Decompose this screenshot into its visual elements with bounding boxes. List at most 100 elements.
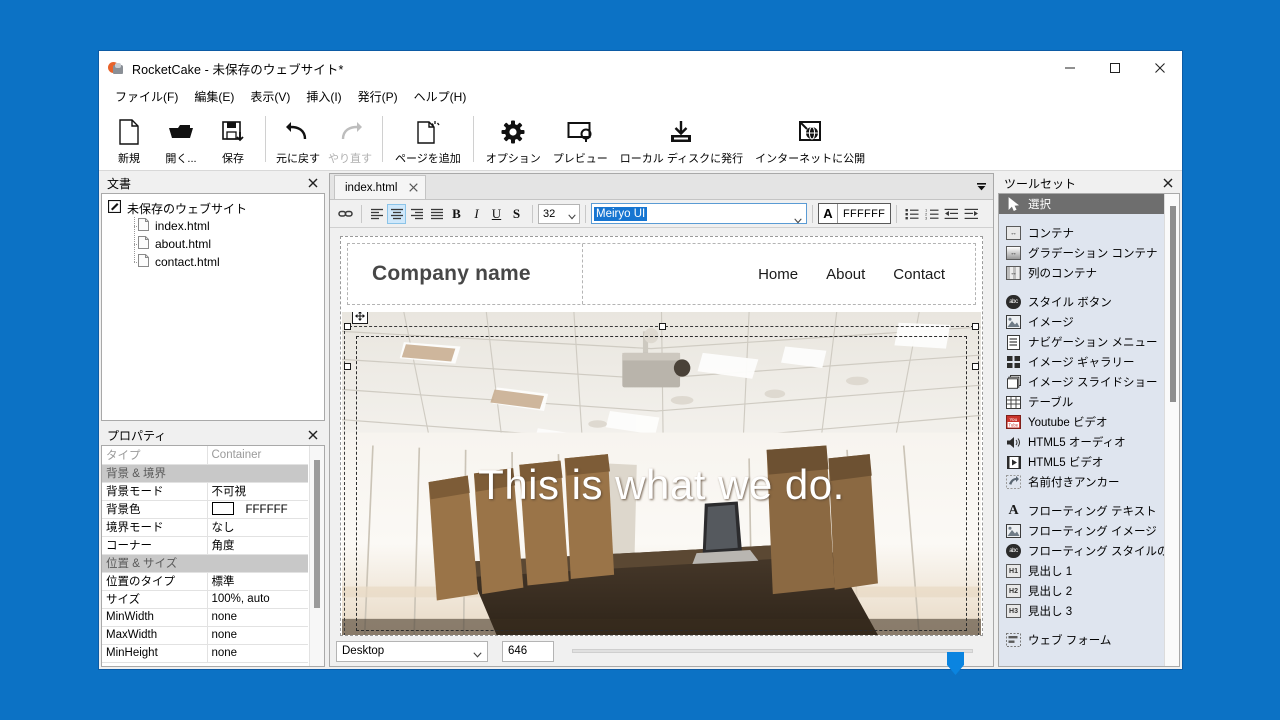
- tree-root-website[interactable]: 未保存のウェブサイト: [107, 199, 320, 217]
- tool-item-web-form[interactable]: ウェブ フォーム: [999, 630, 1164, 650]
- tool-item-named-anchor[interactable]: 名前付きアンカー: [999, 472, 1164, 492]
- property-row[interactable]: 境界モード なし: [102, 518, 308, 537]
- move-handle[interactable]: [352, 312, 368, 324]
- property-row[interactable]: 位置のタイプ 標準: [102, 572, 308, 591]
- toolbar-add-page-button[interactable]: ページを追加: [389, 111, 467, 169]
- resize-handle-top-right[interactable]: [972, 323, 979, 330]
- tool-item-image-gallery[interactable]: イメージ ギャラリー: [999, 352, 1164, 372]
- property-row[interactable]: 背景モード 不可視: [102, 482, 308, 501]
- navigation-menu[interactable]: Home About Contact: [583, 244, 975, 304]
- tree-item-contact[interactable]: contact.html: [108, 253, 320, 271]
- maximize-button[interactable]: [1092, 51, 1137, 85]
- text-color-button[interactable]: A FFFFFF: [818, 203, 892, 224]
- strikethrough-button[interactable]: S: [507, 204, 526, 224]
- properties-scrollbar-thumb[interactable]: [314, 460, 320, 608]
- menu-edit[interactable]: 編集(E): [186, 87, 242, 107]
- tool-item-column-container[interactable]: ↔ 列のコンテナ: [999, 263, 1164, 283]
- tool-item-html5-audio[interactable]: HTML5 オーディオ: [999, 432, 1164, 452]
- tool-item-floating-image[interactable]: フローティング イメージ: [999, 521, 1164, 541]
- bold-button[interactable]: B: [447, 204, 466, 224]
- tool-item-youtube-video[interactable]: You Tube Youtube ビデオ: [999, 412, 1164, 432]
- outdent-icon[interactable]: [942, 204, 961, 224]
- device-preset-select[interactable]: Desktop: [336, 640, 488, 662]
- indent-icon[interactable]: [962, 204, 981, 224]
- nav-link-home[interactable]: Home: [758, 266, 798, 283]
- site-header-container[interactable]: Company name Home About Contact: [347, 243, 976, 305]
- toolbar-redo-button[interactable]: やり直す: [324, 111, 376, 169]
- tool-item-gradient-container[interactable]: ↔ グラデーション コンテナ: [999, 243, 1164, 263]
- resize-handle-top-center[interactable]: [658, 323, 666, 330]
- link-icon[interactable]: [336, 204, 355, 224]
- tool-item-nav-menu[interactable]: ナビゲーション メニュー: [999, 332, 1164, 352]
- property-row[interactable]: MinHeight none: [102, 644, 308, 663]
- toolset-scrollbar-thumb[interactable]: [1170, 206, 1176, 402]
- properties-vertical-scrollbar[interactable]: [309, 446, 324, 666]
- tab-index-html[interactable]: index.html: [334, 175, 427, 199]
- properties-panel-close-icon[interactable]: [305, 427, 321, 443]
- toolbar-preview-button[interactable]: プレビュー: [547, 111, 614, 169]
- toolbar-publish-local-button[interactable]: ローカル ディスクに発行: [614, 111, 749, 169]
- toolbar-open-button[interactable]: 開く...: [155, 111, 207, 169]
- color-swatch[interactable]: [211, 502, 234, 515]
- menu-file[interactable]: ファイル(F): [107, 87, 186, 107]
- viewport-width-slider-track[interactable]: [572, 649, 973, 675]
- align-right-icon[interactable]: [407, 204, 426, 224]
- tab-close-icon[interactable]: [407, 182, 419, 194]
- brand-container[interactable]: Company name: [348, 244, 583, 304]
- property-row[interactable]: MaxWidth none: [102, 626, 308, 645]
- tool-item-heading1[interactable]: H1 見出し 1: [999, 561, 1164, 581]
- document-panel-close-icon[interactable]: [305, 175, 321, 191]
- tool-item-image-slideshow[interactable]: イメージ スライドショー: [999, 372, 1164, 392]
- toolbar-undo-button[interactable]: 元に戻す: [272, 111, 324, 169]
- menu-view[interactable]: 表示(V): [242, 87, 298, 107]
- property-row[interactable]: タイプ Container: [102, 446, 308, 465]
- page-canvas[interactable]: Company name Home About Contact This is …: [330, 228, 993, 636]
- tool-item-heading2[interactable]: H2 見出し 2: [999, 581, 1164, 601]
- viewport-width-field[interactable]: 646: [502, 640, 554, 662]
- minimize-button[interactable]: [1047, 51, 1092, 85]
- property-row-bgcolor[interactable]: 背景色 FFFFFF: [102, 500, 308, 519]
- tool-item-heading3[interactable]: H3 見出し 3: [999, 601, 1164, 621]
- property-row[interactable]: コーナー 角度: [102, 536, 308, 555]
- toolbar-new-button[interactable]: 新規: [103, 111, 155, 169]
- tree-item-about[interactable]: about.html: [108, 235, 320, 253]
- align-center-icon[interactable]: [387, 203, 406, 224]
- underline-button[interactable]: U: [487, 204, 506, 224]
- bullet-list-icon[interactable]: [902, 204, 921, 224]
- toolbar-options-button[interactable]: オプション: [480, 111, 547, 169]
- tab-overflow-chevron-icon[interactable]: [969, 173, 993, 199]
- font-family-combo[interactable]: Meiryo UI: [591, 203, 807, 224]
- font-size-combo[interactable]: 32: [538, 203, 580, 224]
- viewport-width-slider-marker[interactable]: [947, 652, 964, 676]
- toolset-panel-close-icon[interactable]: [1160, 175, 1176, 191]
- numbered-list-icon[interactable]: 123: [922, 204, 941, 224]
- tool-item-html5-video[interactable]: HTML5 ビデオ: [999, 452, 1164, 472]
- close-button[interactable]: [1137, 51, 1182, 85]
- tool-item-table[interactable]: テーブル: [999, 392, 1164, 412]
- property-row[interactable]: MinWidth none: [102, 608, 308, 627]
- resize-handle-top-left[interactable]: [344, 323, 351, 330]
- nav-link-contact[interactable]: Contact: [893, 266, 945, 283]
- menu-insert[interactable]: 挿入(I): [298, 87, 349, 107]
- property-row[interactable]: サイズ 100%, auto: [102, 590, 308, 609]
- menu-publish[interactable]: 発行(P): [350, 87, 406, 107]
- toolset-vertical-scrollbar[interactable]: [1164, 194, 1179, 666]
- tool-item-floating-style-button[interactable]: abc フローティング スタイルのボタン: [999, 541, 1164, 561]
- italic-button[interactable]: I: [467, 204, 486, 224]
- resize-handle-middle-right[interactable]: [972, 363, 979, 370]
- tree-item-index[interactable]: index.html: [108, 217, 320, 235]
- menu-help[interactable]: ヘルプ(H): [406, 87, 475, 107]
- tool-item-container[interactable]: ↔ コンテナ: [999, 223, 1164, 243]
- resize-handle-middle-left[interactable]: [344, 363, 351, 370]
- tool-item-style-button[interactable]: abc スタイル ボタン: [999, 292, 1164, 312]
- toolbar-save-button[interactable]: 保存: [207, 111, 259, 169]
- hero-image-block[interactable]: This is what we do.: [342, 312, 981, 635]
- align-left-icon[interactable]: [367, 204, 386, 224]
- align-justify-icon[interactable]: [427, 204, 446, 224]
- page-document[interactable]: Company name Home About Contact This is …: [340, 236, 983, 636]
- tool-item-select[interactable]: 選択: [999, 194, 1164, 214]
- nav-link-about[interactable]: About: [826, 266, 865, 283]
- tool-item-image[interactable]: イメージ: [999, 312, 1164, 332]
- tool-item-floating-text[interactable]: A フローティング テキスト: [999, 501, 1164, 521]
- toolbar-publish-internet-button[interactable]: インターネットに公開: [749, 111, 871, 169]
